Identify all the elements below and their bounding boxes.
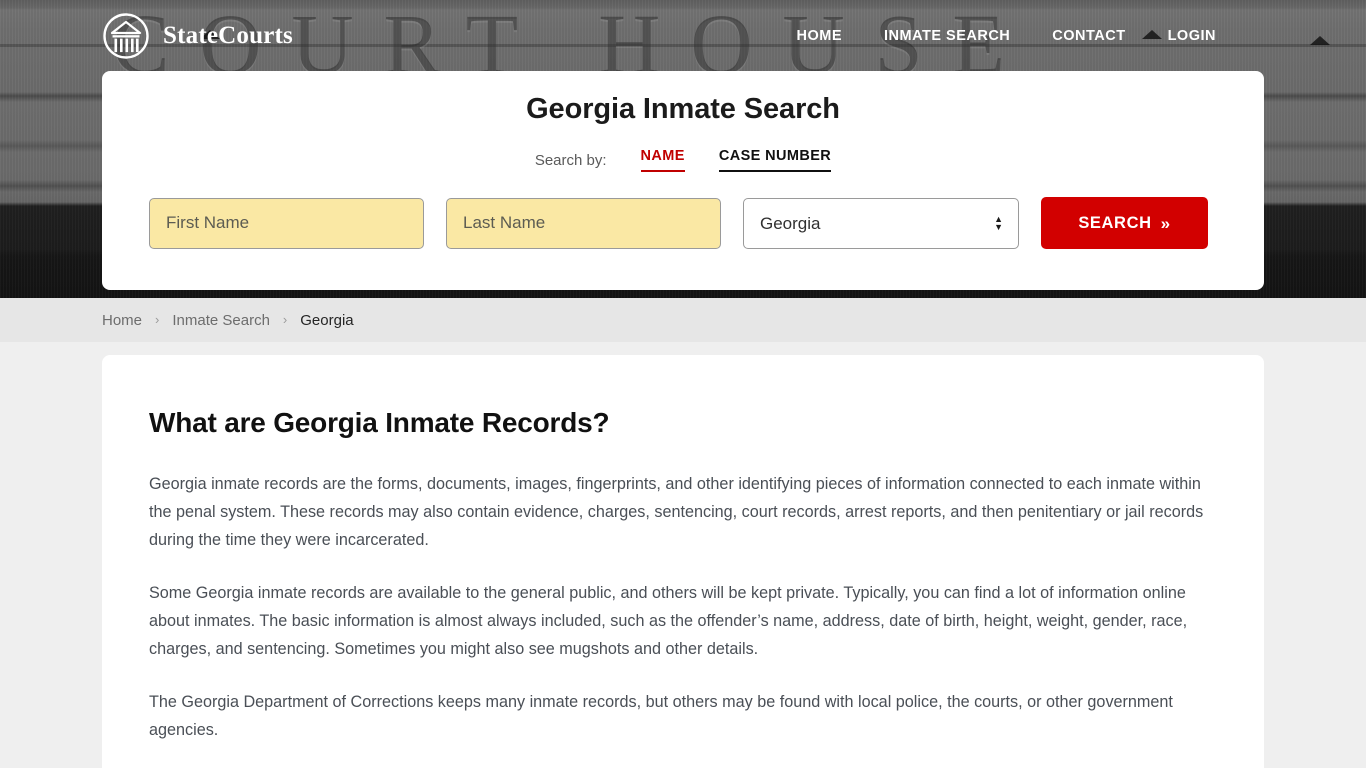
content-wrapper: What are Georgia Inmate Records? Georgia… <box>0 342 1366 768</box>
breadcrumb: Home › Inmate Search › Georgia <box>0 298 1366 342</box>
state-select-wrapper: Georgia ▲ ▼ <box>743 197 1019 249</box>
search-by-row: Search by: NAME CASE NUMBER <box>102 148 1264 172</box>
search-by-label: Search by: <box>534 152 607 169</box>
double-chevron-right-icon: » <box>1160 213 1171 233</box>
search-button[interactable]: SEARCH » <box>1041 197 1208 249</box>
article-heading: What are Georgia Inmate Records? <box>149 407 610 438</box>
first-name-input[interactable] <box>149 197 424 249</box>
article-paragraph-1: Georgia inmate records are the forms, do… <box>149 475 1204 549</box>
hero-banner: COURT HOUSE StateCourts HOME INMATE SEAR… <box>0 0 1366 298</box>
breadcrumb-item-georgia: Georgia <box>300 311 354 329</box>
page-title: Georgia Inmate Search <box>526 93 840 125</box>
search-button-label: SEARCH <box>1078 213 1152 232</box>
chevron-right-icon: › <box>282 311 288 327</box>
main-nav: HOME INMATE SEARCH CONTACT LOGIN <box>797 28 1217 44</box>
tab-search-by-name[interactable]: NAME <box>640 148 685 172</box>
nav-item-inmate-search[interactable]: INMATE SEARCH <box>884 28 1010 44</box>
last-name-input[interactable] <box>446 197 721 249</box>
inmate-search-card: Georgia Inmate Search Search by: NAME CA… <box>102 71 1264 290</box>
article-paragraph-2: Some Georgia inmate records are availabl… <box>149 584 1188 658</box>
brand-logo-link[interactable]: StateCourts <box>102 12 293 60</box>
courthouse-circle-icon <box>102 12 150 60</box>
brand-name: StateCourts <box>163 22 293 49</box>
breadcrumb-item-inmate-search[interactable]: Inmate Search <box>172 312 270 329</box>
nav-item-home[interactable]: HOME <box>797 28 843 44</box>
breadcrumb-item-home[interactable]: Home <box>102 312 142 329</box>
top-navigation-bar: StateCourts HOME INMATE SEARCH CONTACT L… <box>0 0 1366 72</box>
tab-search-by-case-number[interactable]: CASE NUMBER <box>718 148 832 172</box>
state-select[interactable]: Georgia <box>743 197 1019 249</box>
nav-item-login[interactable]: LOGIN <box>1168 28 1216 44</box>
search-form: Georgia ▲▼ SEARCH » <box>102 197 1264 249</box>
chevron-right-icon: › <box>155 311 160 327</box>
nav-item-contact[interactable]: CONTACT <box>1052 28 1125 44</box>
article-paragraph-3: The Georgia Department of Corrections ke… <box>149 693 1173 739</box>
article-card: What are Georgia Inmate Records? Georgia… <box>102 355 1264 768</box>
